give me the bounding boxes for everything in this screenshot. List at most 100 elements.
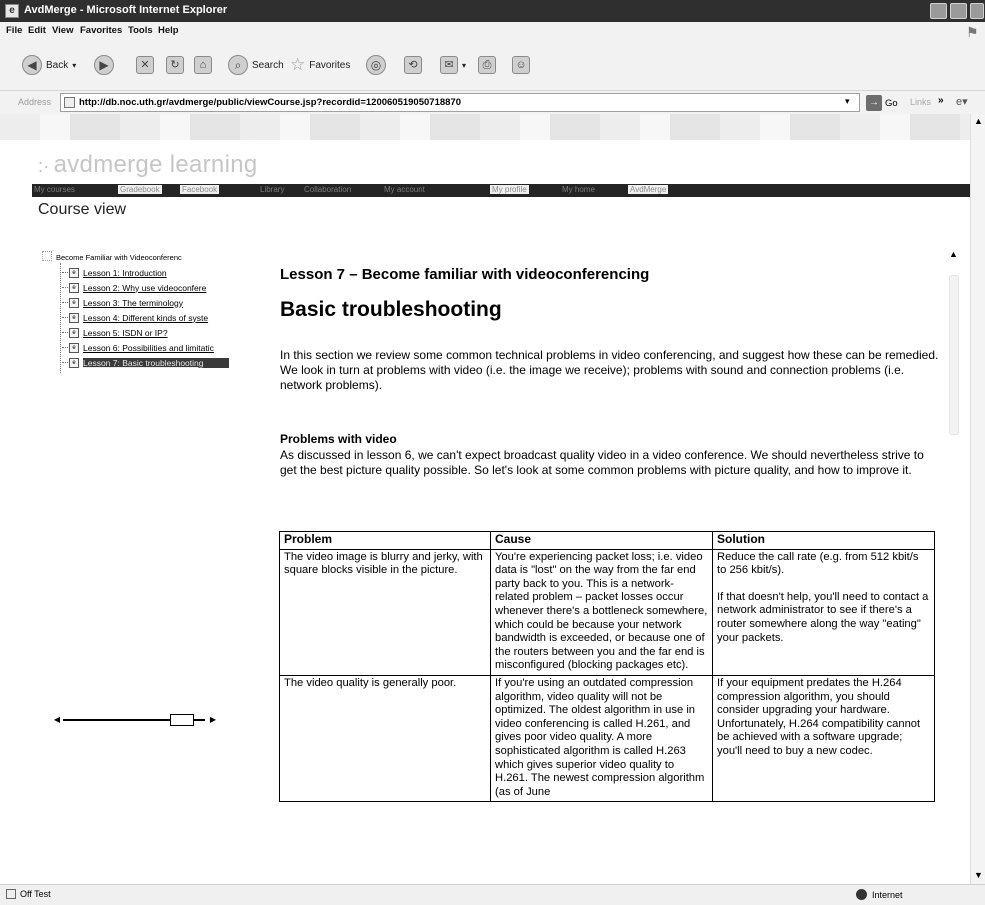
search-button[interactable]: ⌕ Search [228, 54, 284, 76]
faded-header-band [0, 114, 970, 140]
logo-text: avdmerge learning [53, 151, 258, 178]
tree-item-label: Lesson 6: Possibilities and limitatic [83, 342, 214, 353]
scroll-left-icon[interactable]: ◀ [52, 714, 62, 726]
scroll-thumb[interactable] [170, 714, 194, 726]
back-button[interactable]: ◀ Back ▾ [22, 54, 76, 76]
menu-tools[interactable]: Tools [128, 25, 153, 36]
close-button[interactable] [970, 3, 984, 19]
nav-avdmerge[interactable]: AvdMerge [628, 185, 669, 194]
solution-text: Reduce the call rate (e.g. from 512 kbit… [717, 550, 919, 577]
nav-my-profile[interactable]: My profile [490, 185, 529, 194]
problem-cell: The video quality is generally poor. [279, 674, 491, 803]
history-button[interactable]: ⟲ [404, 54, 422, 76]
scroll-up-icon[interactable]: ▲ [974, 116, 983, 126]
stop-button[interactable]: ✕ [136, 54, 154, 76]
nav-my-home[interactable]: My home [562, 185, 595, 194]
menu-help[interactable]: Help [158, 25, 179, 36]
page-title: Course view [38, 201, 127, 218]
tree-item-lesson-5[interactable]: e Lesson 5: ISDN or IP? [62, 327, 229, 338]
solution-text: If your equipment predates the H.264 com… [717, 676, 921, 757]
intro-paragraph: In this section we review some common te… [280, 348, 939, 392]
address-label: Address [18, 97, 52, 107]
tree-item-lesson-4[interactable]: e Lesson 4: Different kinds of syste [62, 312, 229, 323]
tree-item-label: Lesson 7: Basic troubleshooting [83, 357, 229, 368]
links-ie-icon[interactable]: e▾ [956, 95, 968, 108]
stop-icon: ✕ [136, 56, 154, 74]
document-icon: e [69, 282, 79, 293]
tree-horizontal-scrollbar[interactable]: ◀ ▶ [52, 714, 218, 726]
messenger-button[interactable]: ☺ [512, 54, 530, 76]
go-arrow-icon: → [866, 95, 882, 111]
tree-item-lesson-1[interactable]: e Lesson 1: Introduction [62, 267, 229, 278]
nav-facebook[interactable]: Facebook [180, 185, 220, 194]
favorites-button[interactable]: ☆ Favorites [290, 54, 350, 76]
nav-library[interactable]: Library [260, 185, 284, 194]
forward-arrow-icon: ▶ [94, 55, 114, 75]
course-tree: Become Familiar with Videoconferenc e Le… [38, 247, 243, 847]
menu-file[interactable]: File [6, 25, 22, 36]
tree-item-lesson-7[interactable]: e Lesson 7: Basic troubleshooting [62, 357, 229, 368]
scroll-down-icon[interactable]: ▼ [974, 870, 983, 880]
forward-button[interactable]: ▶ [94, 54, 114, 76]
address-dropdown-icon[interactable]: ▾ [845, 96, 850, 107]
nav-my-courses[interactable]: My courses [34, 185, 75, 194]
print-icon: ⎙ [478, 56, 496, 74]
window-title: AvdMerge - Microsoft Internet Explorer [24, 4, 228, 16]
title-bar: e AvdMerge - Microsoft Internet Explorer [0, 0, 985, 22]
scroll-up-icon[interactable]: ▲ [949, 249, 958, 259]
media-icon: ◎ [366, 55, 386, 75]
mail-button[interactable]: ✉ ▾ [440, 54, 466, 76]
nav-gradebook[interactable]: Gradebook [118, 185, 162, 194]
status-bar: Off Test Internet [0, 884, 985, 905]
back-label: Back [46, 59, 69, 71]
security-zone: Internet [856, 889, 903, 900]
nav-collaboration[interactable]: Collaboration [304, 185, 351, 194]
history-icon: ⟲ [404, 56, 422, 74]
tree-root-label[interactable]: Become Familiar with Videoconferenc [56, 253, 182, 262]
messenger-icon: ☺ [512, 56, 530, 74]
print-button[interactable]: ⎙ [478, 54, 496, 76]
refresh-button[interactable]: ↻ [166, 54, 184, 76]
troubleshooting-table: Problem Cause Solution The video image i… [279, 531, 935, 803]
status-left: Off Test [6, 889, 51, 899]
page-vertical-scrollbar[interactable]: ▲ ▼ [970, 114, 985, 884]
search-label: Search [252, 59, 284, 71]
scroll-thumb[interactable] [949, 275, 959, 435]
page-status-icon [6, 889, 16, 899]
back-arrow-icon: ◀ [22, 55, 42, 75]
content-vertical-scrollbar[interactable]: ▲ [947, 247, 961, 847]
site-nav: My courses Gradebook Facebook Library Co… [32, 184, 970, 197]
nav-my-account[interactable]: My account [384, 185, 425, 194]
tree-item-lesson-6[interactable]: e Lesson 6: Possibilities and limitatic [62, 342, 229, 353]
document-icon: e [69, 267, 79, 278]
tree-item-label: Lesson 3: The terminology [83, 297, 184, 308]
cause-cell: If you're using an outdated compression … [490, 674, 713, 803]
favorites-label: Favorites [309, 59, 351, 71]
tree-item-label: Lesson 4: Different kinds of syste [83, 312, 209, 323]
media-button[interactable]: ◎ [366, 54, 386, 76]
minimize-button[interactable] [930, 3, 947, 19]
tree-item-lesson-3[interactable]: e Lesson 3: The terminology [62, 297, 229, 308]
document-icon: e [69, 297, 79, 308]
maximize-button[interactable] [950, 3, 967, 19]
scroll-right-icon[interactable]: ▶ [208, 714, 218, 726]
go-button[interactable]: → Go [866, 94, 898, 112]
menu-view[interactable]: View [52, 25, 73, 36]
video-problems-heading: Problems with video [280, 432, 397, 446]
lesson-title: Lesson 7 – Become familiar with videocon… [280, 266, 650, 283]
section-title: Basic troubleshooting [280, 298, 502, 321]
links-label[interactable]: Links [910, 97, 931, 107]
document-icon: e [69, 357, 79, 368]
menu-favorites[interactable]: Favorites [80, 25, 122, 36]
go-label: Go [885, 97, 898, 109]
ie-app-icon: e [5, 4, 19, 18]
home-button[interactable]: ⌂ [194, 54, 212, 76]
cause-cell: You're experiencing packet loss; i.e. vi… [490, 548, 713, 676]
menu-bar: File Edit View Favorites Tools Help ⚑ [0, 22, 985, 42]
menu-edit[interactable]: Edit [28, 25, 46, 36]
links-chevron-icon[interactable]: » [938, 95, 944, 106]
solution-cell: Reduce the call rate (e.g. from 512 kbit… [712, 548, 935, 676]
address-input[interactable]: http://db.noc.uth.gr/avdmerge/public/vie… [60, 93, 860, 112]
back-dropdown-icon: ▾ [72, 60, 77, 70]
tree-item-lesson-2[interactable]: e Lesson 2: Why use videoconfere [62, 282, 229, 293]
